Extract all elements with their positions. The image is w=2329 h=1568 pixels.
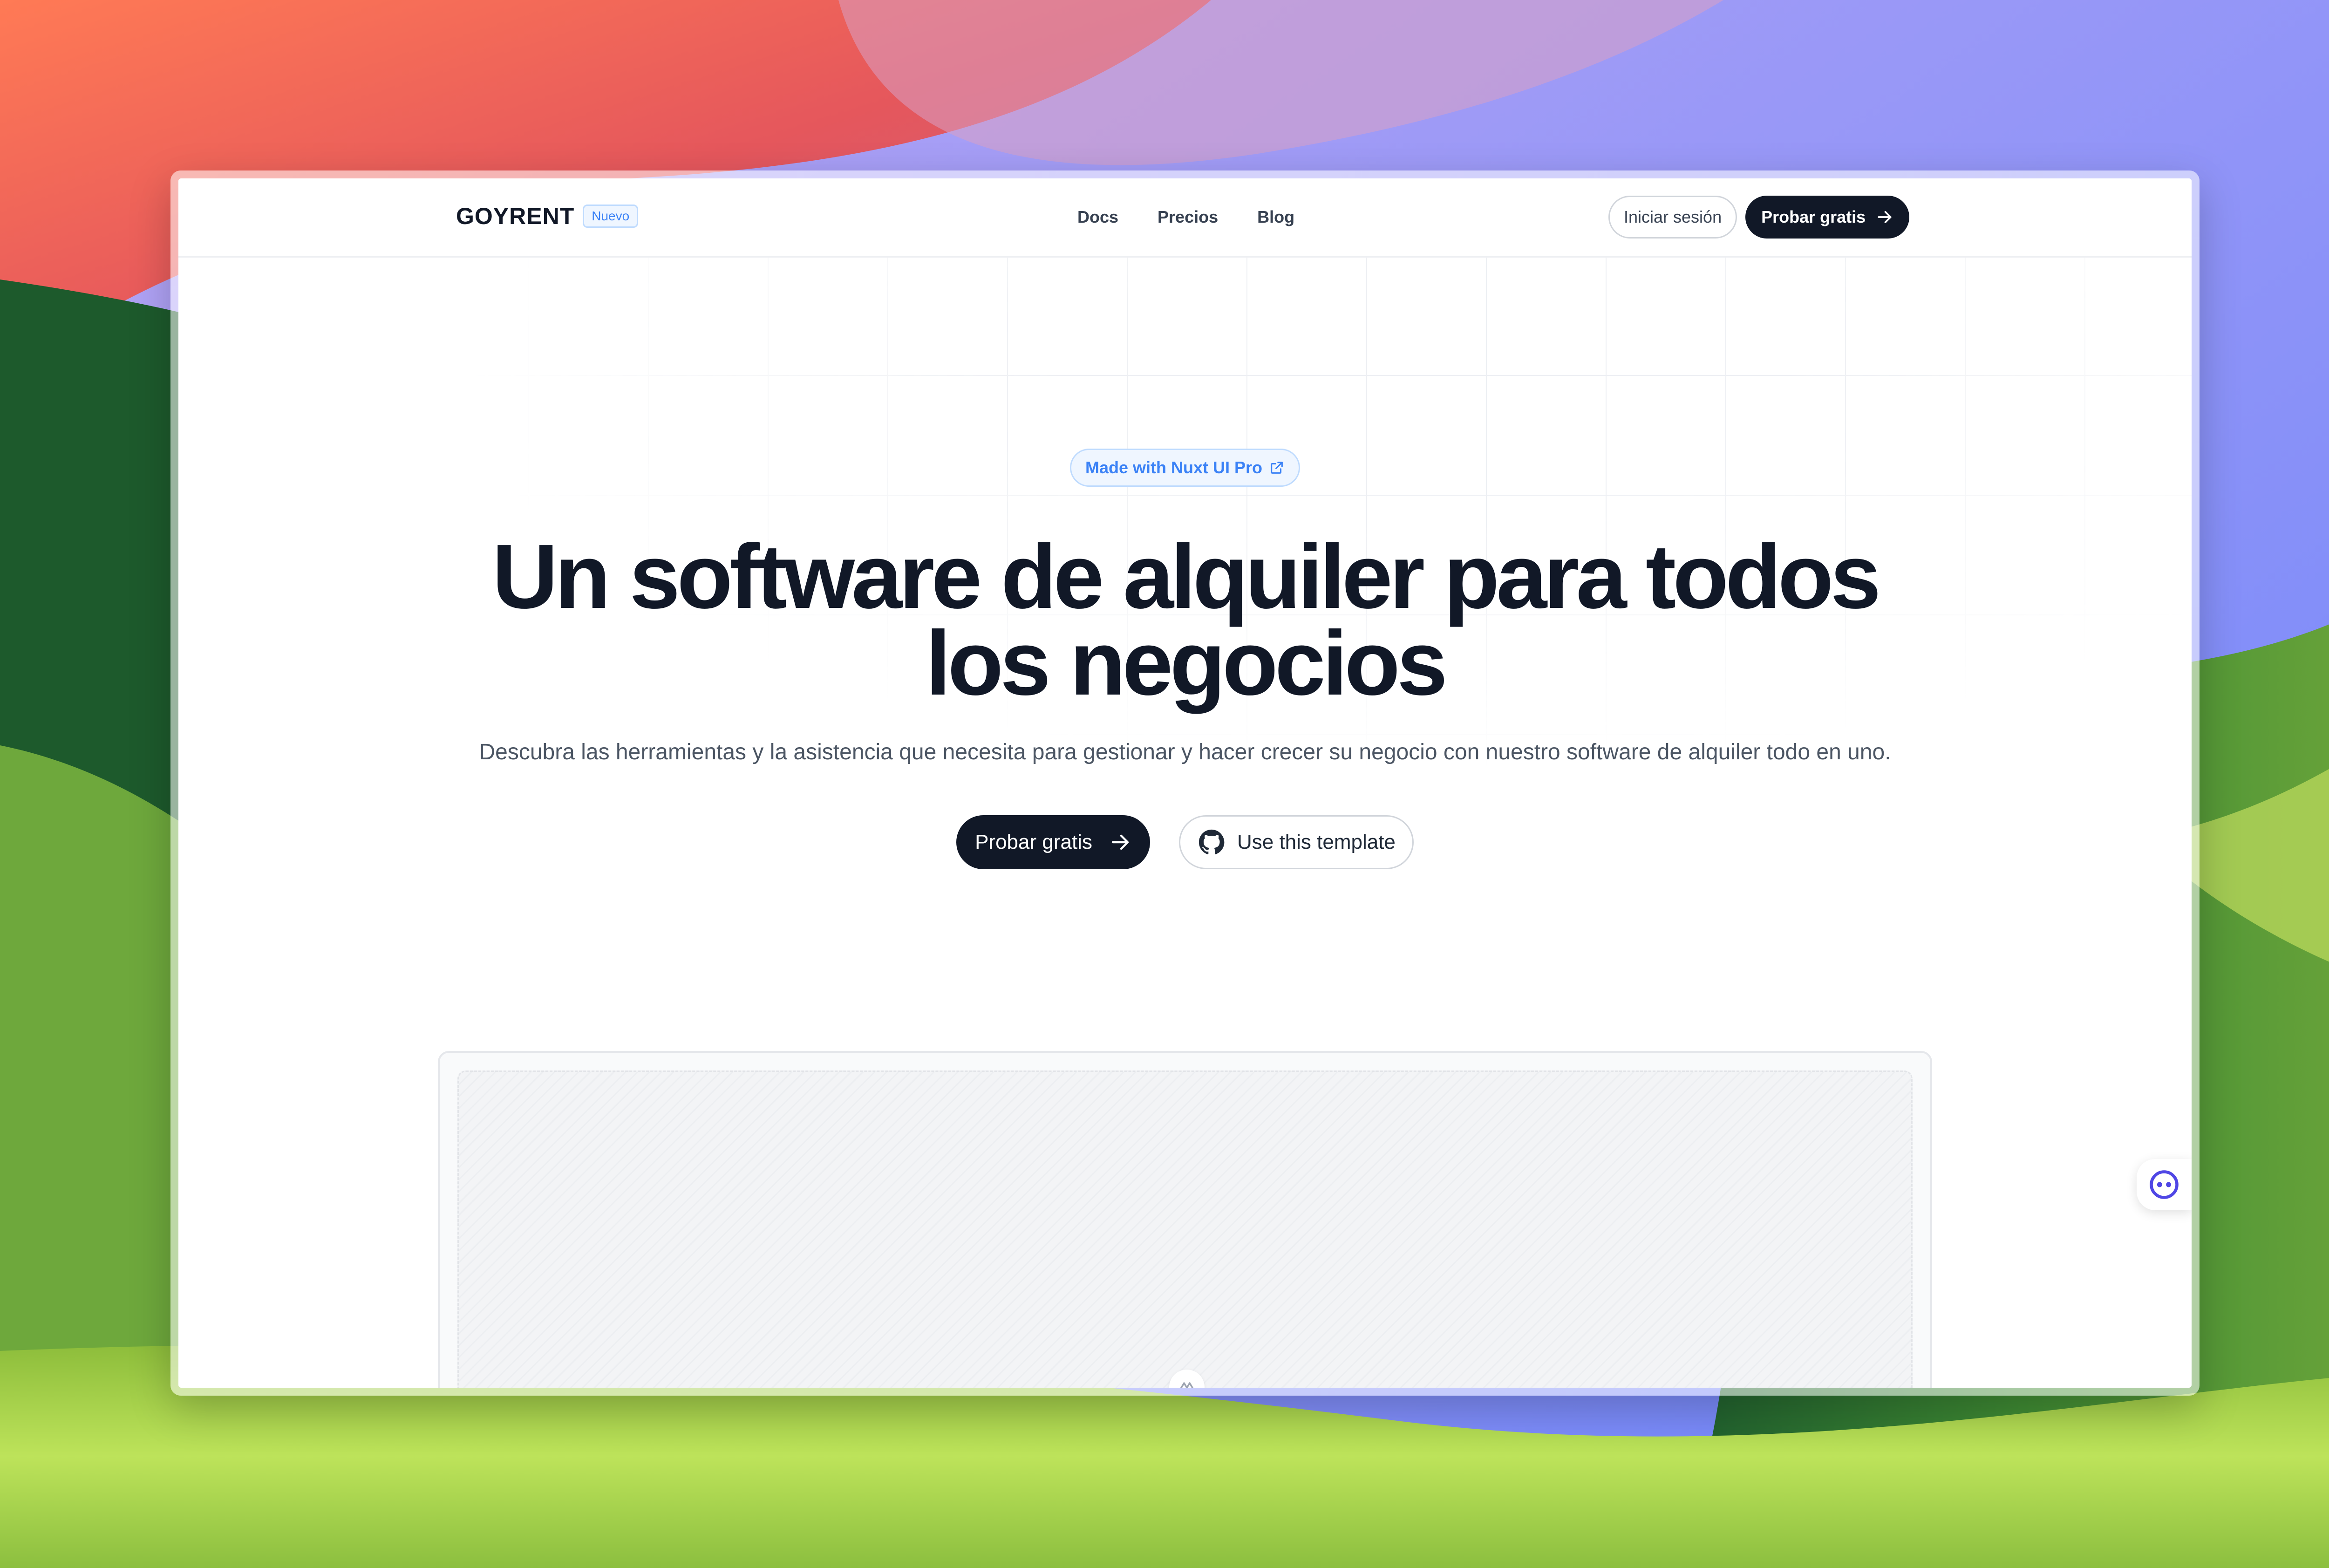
login-button[interactable]: Iniciar sesión — [1608, 196, 1737, 239]
chat-bot-icon — [2150, 1170, 2179, 1199]
hero-actions: Probar gratis Use this template — [178, 815, 2192, 869]
made-with-nuxt-chip[interactable]: Made with Nuxt UI Pro — [1069, 449, 1301, 487]
arrow-right-icon — [1111, 834, 1129, 850]
preview-pattern — [457, 1070, 1913, 1388]
app-preview-placeholder — [438, 1051, 1932, 1388]
chip-label: Made with Nuxt UI Pro — [1085, 458, 1263, 477]
hero-try-free-label: Probar gratis — [975, 831, 1092, 853]
main-nav: Docs Precios Blog — [1077, 207, 1294, 227]
github-icon — [1199, 829, 1225, 854]
hero-title: Un software de alquiler para todos los n… — [492, 525, 1881, 714]
site-header: GOYRENT Nuevo Docs Precios Blog Iniciar … — [178, 178, 2192, 258]
arrow-right-icon — [1878, 211, 1892, 223]
hero-try-free-button[interactable]: Probar gratis — [956, 815, 1150, 869]
use-template-label: Use this template — [1237, 831, 1396, 853]
nav-link-docs[interactable]: Docs — [1077, 207, 1118, 227]
header-actions: Iniciar sesión Probar gratis — [1608, 196, 1910, 239]
external-link-icon — [1271, 462, 1283, 474]
brand[interactable]: GOYRENT Nuevo — [456, 203, 639, 230]
hero-subtitle: Descubra las herramientas y la asistenci… — [479, 740, 1891, 764]
nav-link-blog[interactable]: Blog — [1257, 207, 1294, 227]
browser-window: GOYRENT Nuevo Docs Precios Blog Iniciar … — [170, 170, 2200, 1396]
use-template-button[interactable]: Use this template — [1178, 815, 1414, 869]
nav-link-precios[interactable]: Precios — [1158, 207, 1218, 227]
chat-widget-button[interactable] — [2137, 1159, 2192, 1210]
site-logo[interactable]: GOYRENT — [456, 203, 574, 230]
header-try-free-label: Probar gratis — [1761, 207, 1866, 226]
new-badge: Nuevo — [583, 205, 639, 228]
hero-section: Made with Nuxt UI Pro Un software de alq… — [178, 449, 2192, 869]
header-try-free-button[interactable]: Probar gratis — [1745, 196, 1910, 239]
landing-page: GOYRENT Nuevo Docs Precios Blog Iniciar … — [178, 178, 2192, 1388]
login-button-label: Iniciar sesión — [1624, 207, 1722, 226]
